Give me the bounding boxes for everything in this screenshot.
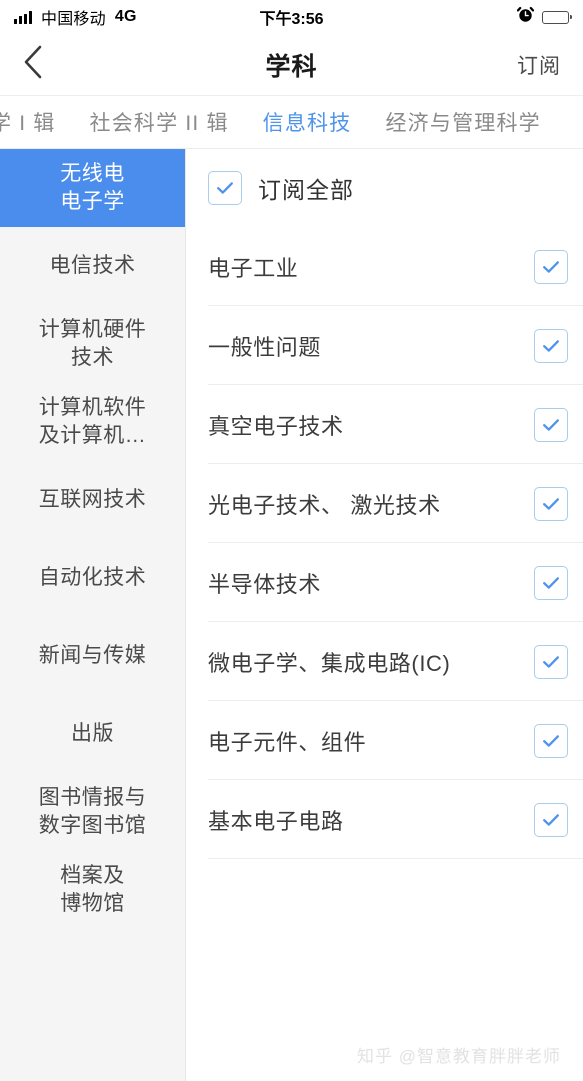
alarm-clock-icon <box>516 6 535 28</box>
list-item-checkbox-wrap[interactable] <box>534 802 568 837</box>
battery-icon <box>542 10 572 24</box>
signal-bars-icon <box>14 10 32 24</box>
subject-list-panel: 订阅全部 电子工业 一般性问题 真空电子技术 光电子技术、 激光技术 半导体技术… <box>186 149 583 1081</box>
status-bar-left: 中国移动 4G <box>14 5 137 29</box>
list-item-checkbox-wrap[interactable] <box>534 565 568 600</box>
select-all-label: 订阅全部 <box>258 177 354 203</box>
list-item-checkbox-wrap[interactable] <box>534 407 568 442</box>
sidebar-item-automation-technology[interactable]: 自动化技术 <box>0 539 185 617</box>
sidebar-item-computer-software[interactable]: 计算机软件 及计算机… <box>0 383 185 461</box>
list-item[interactable]: 一般性问题 <box>186 306 583 385</box>
list-item-checkbox-wrap[interactable] <box>534 328 568 363</box>
list-item-checkbox-wrap[interactable] <box>534 486 568 521</box>
list-item[interactable]: 基本电子电路 <box>186 780 583 859</box>
list-item-label: 基本电子电路 <box>208 808 344 834</box>
list-item-label: 电子工业 <box>208 255 299 281</box>
network-type: 4G <box>114 8 137 25</box>
checkbox-checked-icon[interactable] <box>534 802 568 837</box>
status-bar-right <box>516 6 572 28</box>
list-item-label: 电子元件、组件 <box>208 729 367 755</box>
category-tab-strip[interactable]: 学 I 辑 社会科学 II 辑 信息科技 经济与管理科学 <box>0 96 583 149</box>
checkbox-checked-icon[interactable] <box>534 407 568 442</box>
checkbox-checked-icon[interactable] <box>208 171 242 205</box>
list-item-label: 光电子技术、 激光技术 <box>208 492 441 518</box>
checkbox-checked-icon[interactable] <box>534 723 568 758</box>
list-item[interactable]: 微电子学、集成电路(IC) <box>186 622 583 701</box>
select-all-row[interactable]: 订阅全部 <box>186 149 583 227</box>
chevron-left-icon <box>22 44 44 85</box>
back-button[interactable] <box>22 45 56 85</box>
content-area: 无线电 电子学 电信技术 计算机硬件 技术 计算机软件 及计算机… 互联网技术 自动化… <box>0 149 583 1081</box>
checkbox-checked-icon[interactable] <box>534 565 568 600</box>
sidebar-item-library-information[interactable]: 图书情报与 数字图书馆 <box>0 773 185 851</box>
tab-social-science-2[interactable]: 社会科学 II 辑 <box>73 107 246 137</box>
list-item[interactable]: 真空电子技术 <box>186 385 583 464</box>
checkbox-checked-icon[interactable] <box>534 328 568 363</box>
sidebar-item-news-media[interactable]: 新闻与传媒 <box>0 617 185 695</box>
list-item-checkbox-wrap[interactable] <box>534 644 568 679</box>
status-bar: 中国移动 4G 下午3:56 <box>0 0 583 34</box>
list-item[interactable]: 电子工业 <box>186 227 583 306</box>
checkbox-checked-icon[interactable] <box>534 644 568 679</box>
carrier-name: 中国移动 <box>41 11 106 28</box>
checkbox-checked-icon[interactable] <box>534 249 568 284</box>
sidebar-item-computer-hardware[interactable]: 计算机硬件 技术 <box>0 305 185 383</box>
checkbox-checked-icon[interactable] <box>534 486 568 521</box>
list-item-label: 真空电子技术 <box>208 413 344 439</box>
list-item[interactable]: 电子元件、组件 <box>186 701 583 780</box>
tab-xue-1-ji[interactable]: 学 I 辑 <box>0 107 73 137</box>
navigation-bar: 学科 订阅 <box>0 34 583 96</box>
sidebar-item-telecom-technology[interactable]: 电信技术 <box>0 227 185 305</box>
tab-economics-management[interactable]: 经济与管理科学 <box>368 107 557 137</box>
list-item-label: 半导体技术 <box>208 571 322 597</box>
sidebar-item-radio-electronics[interactable]: 无线电 电子学 <box>0 149 185 227</box>
page-title: 学科 <box>265 52 318 81</box>
subject-sidebar[interactable]: 无线电 电子学 电信技术 计算机硬件 技术 计算机软件 及计算机… 互联网技术 自动化… <box>0 149 186 1081</box>
subscribe-action-button[interactable]: 订阅 <box>517 50 561 80</box>
list-item-label: 微电子学、集成电路(IC) <box>208 650 451 676</box>
sidebar-item-publishing[interactable]: 出版 <box>0 695 185 773</box>
tab-information-technology[interactable]: 信息科技 <box>246 107 369 137</box>
list-item[interactable]: 半导体技术 <box>186 543 583 622</box>
list-item-checkbox-wrap[interactable] <box>534 249 568 284</box>
list-item-label: 一般性问题 <box>208 334 322 360</box>
sidebar-item-internet-technology[interactable]: 互联网技术 <box>0 461 185 539</box>
list-item-checkbox-wrap[interactable] <box>534 723 568 758</box>
sidebar-item-archives-museums[interactable]: 档案及 博物馆 <box>0 851 185 929</box>
list-item[interactable]: 光电子技术、 激光技术 <box>186 464 583 543</box>
